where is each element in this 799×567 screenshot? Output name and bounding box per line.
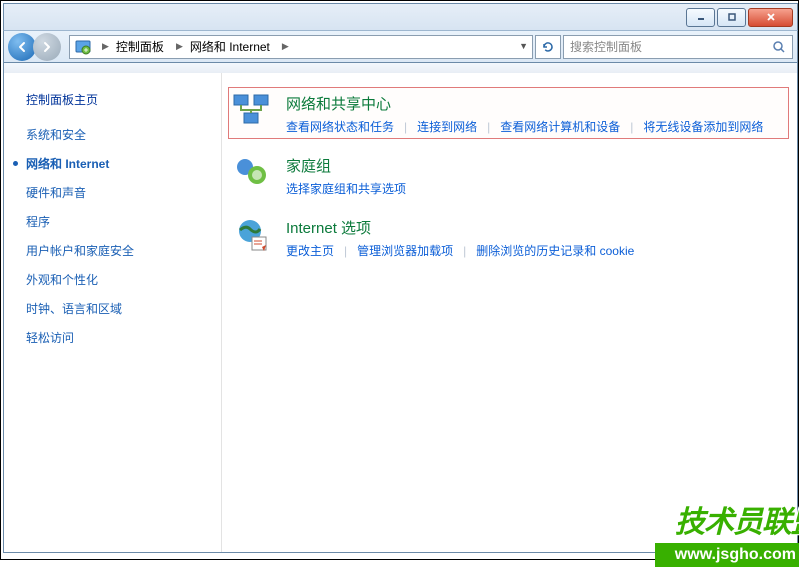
- task-link[interactable]: 将无线设备添加到网络: [643, 118, 763, 135]
- task-link[interactable]: 更改主页: [286, 242, 334, 259]
- toolbar-strip: [3, 63, 798, 73]
- breadcrumb-segment[interactable]: 网络和 Internet: [186, 36, 276, 58]
- close-button[interactable]: [748, 8, 793, 27]
- sidebar: 控制面板主页 系统和安全 网络和 Internet 硬件和声音 程序 用户帐户和…: [4, 73, 222, 552]
- category-title[interactable]: 家庭组: [286, 155, 406, 176]
- sidebar-item-appearance[interactable]: 外观和个性化: [26, 265, 213, 294]
- sidebar-title[interactable]: 控制面板主页: [26, 91, 213, 108]
- window-titlebar: [3, 3, 798, 30]
- sidebar-item-hardware-sound[interactable]: 硬件和声音: [26, 178, 213, 207]
- address-bar: ▶ 控制面板 ▶ 网络和 Internet ▶ ▼ 搜索控制面板: [3, 30, 798, 63]
- chevron-right-icon: ▶: [170, 41, 186, 52]
- network-sharing-icon: [232, 91, 272, 131]
- task-link[interactable]: 删除浏览的历史记录和 cookie: [476, 242, 634, 259]
- maximize-button[interactable]: [717, 8, 746, 27]
- task-link[interactable]: 选择家庭组和共享选项: [286, 180, 406, 197]
- chevron-right-icon: ▶: [276, 41, 292, 52]
- sidebar-item-ease-of-access[interactable]: 轻松访问: [26, 323, 213, 352]
- search-icon: [772, 40, 786, 57]
- sidebar-item-programs[interactable]: 程序: [26, 207, 213, 236]
- task-link[interactable]: 连接到网络: [417, 118, 477, 135]
- sidebar-item-system-security[interactable]: 系统和安全: [26, 120, 213, 149]
- search-input[interactable]: 搜索控制面板: [563, 35, 793, 59]
- internet-options-icon: [232, 215, 272, 255]
- breadcrumb-dropdown[interactable]: ▼: [517, 39, 530, 53]
- main-pane: 网络和共享中心 查看网络状态和任务| 连接到网络| 查看网络计算机和设备| 将无…: [222, 73, 797, 552]
- category-title[interactable]: 网络和共享中心: [286, 93, 763, 114]
- homegroup-icon: [232, 153, 272, 193]
- control-panel-window: ▶ 控制面板 ▶ 网络和 Internet ▶ ▼ 搜索控制面板: [3, 3, 798, 553]
- category-network-sharing: 网络和共享中心 查看网络状态和任务| 连接到网络| 查看网络计算机和设备| 将无…: [228, 87, 789, 139]
- category-homegroup: 家庭组 选择家庭组和共享选项: [232, 153, 785, 197]
- category-internet-options: Internet 选项 更改主页| 管理浏览器加载项| 删除浏览的历史记录和 c…: [232, 215, 785, 259]
- category-title[interactable]: Internet 选项: [286, 217, 634, 238]
- forward-button[interactable]: [33, 33, 61, 61]
- control-panel-icon: [74, 38, 92, 56]
- chevron-right-icon: ▶: [96, 41, 112, 52]
- breadcrumb[interactable]: ▶ 控制面板 ▶ 网络和 Internet ▶ ▼: [69, 35, 533, 59]
- sidebar-item-clock-language[interactable]: 时钟、语言和区域: [26, 294, 213, 323]
- task-link[interactable]: 查看网络状态和任务: [286, 118, 394, 135]
- sidebar-item-network-internet[interactable]: 网络和 Internet: [26, 149, 213, 178]
- search-placeholder: 搜索控制面板: [570, 38, 642, 55]
- back-button[interactable]: [8, 33, 36, 61]
- task-link[interactable]: 查看网络计算机和设备: [500, 118, 620, 135]
- task-link[interactable]: 管理浏览器加载项: [357, 242, 453, 259]
- sidebar-item-user-accounts[interactable]: 用户帐户和家庭安全: [26, 236, 213, 265]
- refresh-button[interactable]: [535, 35, 561, 59]
- minimize-button[interactable]: [686, 8, 715, 27]
- breadcrumb-segment[interactable]: 控制面板: [112, 36, 170, 58]
